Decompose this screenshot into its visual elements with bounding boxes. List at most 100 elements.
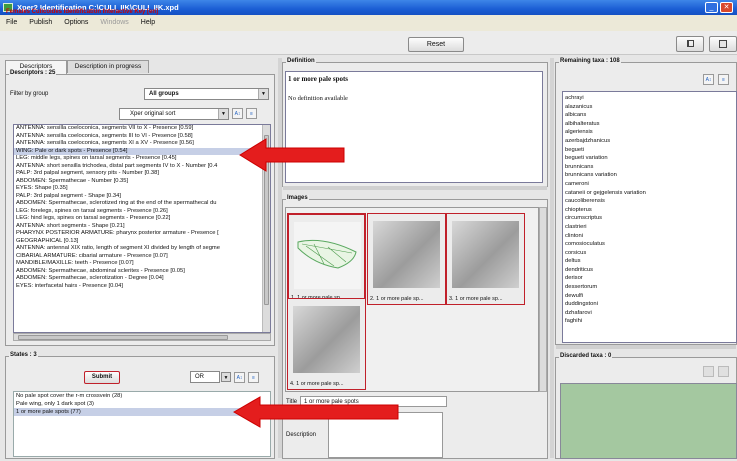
chevron-down-icon: ▼	[218, 109, 228, 119]
descriptor-list: ANTENNA: sensilla coeloconica, segments …	[13, 124, 271, 333]
descriptor-item[interactable]: EYES: Shape [0.35]	[14, 185, 262, 193]
descriptor-item[interactable]: MANDIBLE/MAXILLE: teeth - Presence [0.07…	[14, 260, 262, 268]
sort-ascending-icon[interactable]: A↕	[232, 108, 243, 119]
image-thumbnail-3[interactable]: 3. 1 or more pale sp...	[446, 213, 525, 305]
description-label: Description	[286, 432, 317, 438]
taxon-item[interactable]: azerbajdzhanicus	[563, 137, 736, 146]
menu-bar: File Publish Options Windows Help	[0, 15, 737, 31]
group-filter-select[interactable]: All groups ▼	[144, 88, 269, 100]
sort-select[interactable]: Xper original sort ▼	[119, 108, 229, 120]
submit-button[interactable]: Submit	[84, 371, 120, 384]
image-thumbnail-4[interactable]: 4. 1 or more pale sp...	[287, 298, 366, 390]
sort-ascending-icon	[703, 366, 714, 377]
descriptor-item[interactable]: PALP: 3rd palpal segment - Shape [0.34]	[14, 193, 262, 201]
taxon-item[interactable]: duddingstoni	[563, 300, 736, 309]
splitter[interactable]	[556, 345, 736, 349]
taxon-item[interactable]: brunnicans	[563, 163, 736, 172]
taxon-item[interactable]: begueti variation	[563, 154, 736, 163]
descriptor-item[interactable]: ANTENNA: antennal XIX ratio, length of s…	[14, 245, 262, 253]
panel-icon[interactable]	[709, 36, 737, 52]
wing-image	[297, 239, 357, 269]
states-legend: States : 3	[9, 352, 38, 358]
sort-ascending-icon[interactable]: A↕	[703, 74, 714, 85]
sort-options-icon[interactable]: ≡	[718, 74, 729, 85]
taxon-item[interactable]: algeriensis	[563, 128, 736, 137]
taxon-item[interactable]: albicans	[563, 111, 736, 120]
annotation-arrow-state	[232, 396, 399, 428]
menu-windows: Windows	[100, 19, 129, 26]
thumbnail-caption: 3. 1 or more pale sp...	[449, 296, 503, 302]
taxon-item[interactable]: deltus	[563, 257, 736, 266]
image-thumbnail-1[interactable]: 1. 1 or more pale sp...	[287, 213, 366, 305]
descriptor-item[interactable]: PALP: 3rd palpal segment, sensory pits -…	[14, 170, 262, 178]
descriptor-item[interactable]: ANTENNA: sensilla coeloconica, segments …	[14, 140, 262, 148]
taxon-item[interactable]: circumscriptus	[563, 214, 736, 223]
chevron-down-icon: ▼	[258, 89, 268, 99]
definition-body: No definition available	[288, 95, 348, 102]
taxon-item[interactable]: alazanicus	[563, 103, 736, 112]
taxon-item[interactable]: comosioculatus	[563, 240, 736, 249]
sort-ascending-icon[interactable]: A↕	[234, 372, 245, 383]
remaining-taxa-list: achrayi alazanicus albicans albihalteratus a…	[562, 91, 737, 343]
descriptor-item[interactable]: ABDOMEN: Spermathecae, sclerotization - …	[14, 275, 262, 283]
sort-options-icon	[718, 366, 729, 377]
taxon-item[interactable]: cataneii or gejgelensis variation	[563, 189, 736, 198]
annotation-arrow-wing	[239, 138, 345, 172]
taxon-item[interactable]: clintoni	[563, 232, 736, 241]
close-icon[interactable]: ✕	[720, 2, 733, 13]
thumbnail-caption: 2. 1 or more pale sp...	[370, 296, 424, 302]
taxon-item[interactable]: derisor	[563, 274, 736, 283]
descriptor-item[interactable]: ANTENNA: sensilla coeloconica, segments …	[14, 133, 262, 141]
descriptor-item[interactable]: CIBARIAL ARMATURE: cibarial armature - P…	[14, 253, 262, 261]
taxon-item[interactable]: caucoliberensis	[563, 197, 736, 206]
taxon-item[interactable]: chiopterus	[563, 206, 736, 215]
minimize-icon[interactable]: _	[705, 2, 718, 13]
discarded-taxa-list	[560, 383, 737, 459]
descriptor-item[interactable]: ABDOMEN: Spermathecae, abdominal sclerit…	[14, 268, 262, 276]
menu-options[interactable]: Options	[64, 19, 88, 26]
descriptor-item[interactable]: LEG: forelegs, spines on tarsal segments…	[14, 208, 262, 216]
operator-select[interactable]: OR ▼	[190, 371, 231, 383]
taxon-item[interactable]: dessertorum	[563, 283, 736, 292]
taxon-item[interactable]: begueti	[563, 146, 736, 155]
definition-heading: 1 or more pale spots	[288, 75, 349, 83]
thumbnail-caption: 4. 1 or more pale sp...	[290, 381, 344, 387]
taxon-item[interactable]: faghihi	[563, 317, 736, 326]
reset-button[interactable]: Reset	[408, 37, 464, 52]
descriptor-hscrollbar[interactable]	[13, 333, 271, 341]
image-thumbnail-2[interactable]: 2. 1 or more pale sp...	[367, 213, 446, 305]
menu-file[interactable]: File	[6, 19, 17, 26]
taxon-item[interactable]: achrayi	[563, 94, 736, 103]
taxon-item[interactable]: corsicus	[563, 249, 736, 258]
gallery-scrollbar[interactable]	[539, 207, 547, 392]
sort-options-icon[interactable]: ≡	[248, 372, 259, 383]
taxon-item[interactable]: dzhafarovi	[563, 309, 736, 318]
descriptor-item[interactable]: WING: Pale or dark spots - Presence [0.5…	[14, 147, 262, 155]
tab-description-in-progress[interactable]: Description in progress	[67, 60, 149, 73]
descriptor-item[interactable]: LEG: middle legs, spines on tarsal segme…	[14, 155, 262, 163]
taxon-item[interactable]: brunnicans variation	[563, 171, 736, 180]
toolbar	[0, 31, 737, 55]
descriptor-item[interactable]: ABDOMEN: Spermathecae - Number [0.35]	[14, 178, 262, 186]
descriptor-item[interactable]: ABDOMEN: Spermathecae, sclerotized ring …	[14, 200, 262, 208]
descriptor-item[interactable]: ANTENNA: short segments - Shape [0.21]	[14, 223, 262, 231]
splitter[interactable]	[283, 186, 547, 190]
menu-publish[interactable]: Publish	[29, 19, 52, 26]
descriptor-item[interactable]: PHARYNX POSTERIOR ARMATURE: pharynx post…	[14, 230, 262, 238]
descriptor-item[interactable]: ANTENNA: sensilla coeloconica, segments …	[14, 125, 262, 133]
descriptor-item[interactable]: GEOGRAPHICAL [0.13]	[14, 238, 262, 246]
taxon-item[interactable]: dewulfi	[563, 292, 736, 301]
forward-icon[interactable]	[676, 36, 704, 52]
menu-help[interactable]: Help	[141, 19, 155, 26]
splitter[interactable]	[550, 58, 554, 458]
taxon-item[interactable]: clastrieri	[563, 223, 736, 232]
sort-options-icon[interactable]: ≡	[246, 108, 257, 119]
taxon-item[interactable]: albihalteratus	[563, 120, 736, 129]
taxon-item[interactable]: cameroni	[563, 180, 736, 189]
descriptor-item[interactable]: EYES: interfacetal hairs - Presence [0.0…	[14, 283, 262, 291]
descriptor-item[interactable]: LEG: hind legs, spines on tarsal segment…	[14, 215, 262, 223]
definition-legend: Definition	[286, 58, 316, 64]
taxon-item[interactable]: dendriticus	[563, 266, 736, 275]
descriptor-item[interactable]: ANTENNA: short sensilla trichodea, dista…	[14, 163, 262, 171]
discarded-taxa-legend: Discarded taxa : 0	[559, 353, 613, 359]
